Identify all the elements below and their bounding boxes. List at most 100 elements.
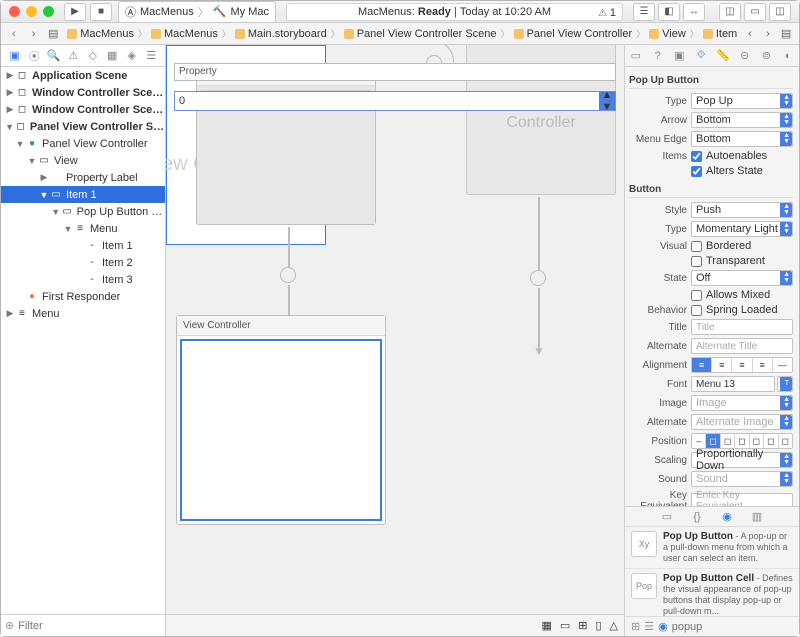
outline-row[interactable]: ▼≡Menu (1, 220, 165, 237)
connections-inspector-tab[interactable]: ⊝ (737, 48, 753, 64)
jumpbar-item[interactable]: Item 1 (700, 28, 739, 40)
spring-loaded-checkbox[interactable]: Spring Loaded (691, 304, 793, 316)
position-segmented[interactable]: –◻◻◻◻◻◻ (691, 433, 793, 449)
outline-row[interactable]: -Item 3 (1, 271, 165, 288)
jumpbar-item[interactable]: Panel View Controller (511, 28, 636, 40)
outline-row[interactable]: ▼▭View (1, 152, 165, 169)
outline-row[interactable]: ▶◻Application Scene (1, 67, 165, 84)
editor-standard-button[interactable]: ☰ (633, 3, 655, 21)
outline-row[interactable]: ▼●Panel View Controller (1, 135, 165, 152)
library-item[interactable]: PopPop Up Button Cell - Defines the visu… (625, 569, 799, 616)
jumpbar-item[interactable]: MacMenus (64, 28, 137, 40)
file-inspector-tab[interactable]: ▭ (628, 48, 644, 64)
document-outline[interactable]: ▶◻Application Scene▶◻Window Controller S… (1, 67, 165, 614)
arrow-select[interactable]: Bottom▲▼ (691, 112, 793, 128)
attributes-inspector-tab[interactable]: ⟐ (693, 48, 709, 64)
stop-button[interactable]: ■ (90, 3, 112, 21)
outline-row[interactable]: ▼◻Panel View Controller Scene (1, 118, 165, 135)
alters-state-checkbox[interactable]: Alters State (691, 165, 793, 177)
prev-issue-button[interactable]: ‹ (741, 26, 759, 42)
warning-badge[interactable]: ⚠ 1 (598, 5, 616, 22)
alt-title-field[interactable]: Alternate Title (691, 338, 793, 354)
title-field[interactable]: Title (691, 319, 793, 335)
segue-indicator[interactable] (280, 267, 296, 283)
segue-indicator[interactable] (530, 270, 546, 286)
ib-canvas[interactable]: ew Controller Window Controller Window P… (166, 45, 624, 636)
scheme-selector[interactable]: Ⓐ MacMenus 〉 🔨 My Mac (118, 1, 276, 23)
grid-view-icon[interactable]: ⊞ (631, 620, 640, 633)
report-nav-tab[interactable]: ☰ (143, 48, 159, 64)
outline-row[interactable]: ▶Property Label (1, 169, 165, 186)
image-select[interactable]: Image▲▼ (691, 395, 793, 411)
scaling-select[interactable]: Proportionally Down▲▼ (691, 452, 793, 468)
identity-inspector-tab[interactable]: ▣ (671, 48, 687, 64)
transparent-checkbox[interactable]: Transparent (691, 255, 793, 267)
next-issue-button[interactable]: › (759, 26, 777, 42)
size-inspector-tab[interactable]: 📏 (715, 48, 731, 64)
editor-version-button[interactable]: ↔ (683, 3, 705, 21)
outline-row[interactable]: -Item 2 (1, 254, 165, 271)
outline-row[interactable]: ▼▭Item 1 (1, 186, 165, 203)
media-library-tab[interactable]: ▥ (749, 509, 765, 525)
altimage-select[interactable]: Alternate Image▲▼ (691, 414, 793, 430)
jumpbar-item[interactable]: Main.storyboard (232, 28, 330, 40)
canvas-embed-icon[interactable]: ▭ (560, 619, 570, 632)
canvas-resolve-icon[interactable]: △ (610, 619, 618, 632)
nav-back-button[interactable]: ‹ (5, 26, 23, 42)
property-label-field[interactable]: Property (174, 63, 616, 81)
state-select[interactable]: Off▲▼ (691, 270, 793, 286)
outline-row[interactable]: ●First Responder (1, 288, 165, 305)
autoenables-checkbox[interactable]: Autoenables (691, 150, 793, 162)
canvas-align-icon[interactable]: ▯ (595, 619, 601, 632)
outline-row[interactable]: -Item 1 (1, 237, 165, 254)
type-select[interactable]: Pop Up▲▼ (691, 93, 793, 109)
zoom-button[interactable] (43, 6, 54, 17)
outline-toggle-button[interactable]: ▤ (777, 26, 795, 42)
sound-select[interactable]: Sound▲▼ (691, 471, 793, 487)
close-button[interactable] (9, 6, 20, 17)
file-template-tab[interactable]: ▭ (659, 509, 675, 525)
breakpoint-nav-tab[interactable]: ◈ (124, 48, 140, 64)
menuedge-select[interactable]: Bottom▲▼ (691, 131, 793, 147)
font-picker-button[interactable]: T (777, 376, 793, 392)
btype-select[interactable]: Momentary Light▲▼ (691, 221, 793, 237)
minimize-button[interactable] (26, 6, 37, 17)
run-button[interactable]: ▶ (64, 3, 86, 21)
effects-inspector-tab[interactable]: ◐ (780, 48, 796, 64)
jumpbar-item[interactable]: View (646, 28, 689, 40)
bordered-checkbox[interactable]: Bordered (691, 240, 793, 252)
canvas-grid-icon[interactable]: ▦ (541, 619, 551, 632)
related-items-button[interactable]: ▤ (44, 26, 62, 42)
outline-row[interactable]: ▶◻Window Controller Scene (1, 101, 165, 118)
object-library-tab[interactable]: ◉ (719, 509, 735, 525)
canvas-pin-icon[interactable]: ⊞ (578, 619, 587, 632)
toggle-navigator-button[interactable]: ◫ (719, 3, 741, 21)
jumpbar-item[interactable]: MacMenus (148, 28, 221, 40)
toggle-debug-button[interactable]: ▭ (744, 3, 766, 21)
view-controller-scene[interactable]: View Controller (176, 315, 386, 525)
editor-assistant-button[interactable]: ◧ (658, 3, 680, 21)
outline-row[interactable]: ▶◻Window Controller Scene (1, 84, 165, 101)
issue-nav-tab[interactable]: ⚠ (65, 48, 81, 64)
key-equiv-field[interactable]: Enter Key Equivalent (691, 493, 793, 506)
font-field[interactable]: Menu 13 (691, 376, 775, 392)
code-snippet-tab[interactable]: {} (689, 509, 705, 525)
outline-row[interactable]: ▼▭Pop Up Button Cell (1, 203, 165, 220)
style-select[interactable]: Push▲▼ (691, 202, 793, 218)
library-filter-input[interactable] (672, 621, 799, 633)
selected-view[interactable] (180, 339, 382, 521)
jumpbar-item[interactable]: Panel View Controller Scene (341, 28, 500, 40)
test-nav-tab[interactable]: ◇ (85, 48, 101, 64)
popup-button-control[interactable]: 0 ▲▼ (174, 91, 616, 111)
alignment-segmented[interactable]: ≡≡≡≡— (691, 357, 793, 373)
outline-row[interactable]: ▶≡Menu (1, 305, 165, 322)
bindings-inspector-tab[interactable]: ⊜ (758, 48, 774, 64)
nav-forward-button[interactable]: › (25, 26, 43, 42)
project-nav-tab[interactable]: ▣ (7, 48, 23, 64)
symbol-nav-tab[interactable]: ⦿ (26, 48, 42, 64)
help-inspector-tab[interactable]: ? (650, 48, 666, 64)
navigator-filter-input[interactable] (18, 620, 161, 632)
find-nav-tab[interactable]: 🔍 (46, 48, 62, 64)
toggle-inspector-button[interactable]: ◫ (769, 3, 791, 21)
allows-mixed-checkbox[interactable]: Allows Mixed (691, 289, 793, 301)
